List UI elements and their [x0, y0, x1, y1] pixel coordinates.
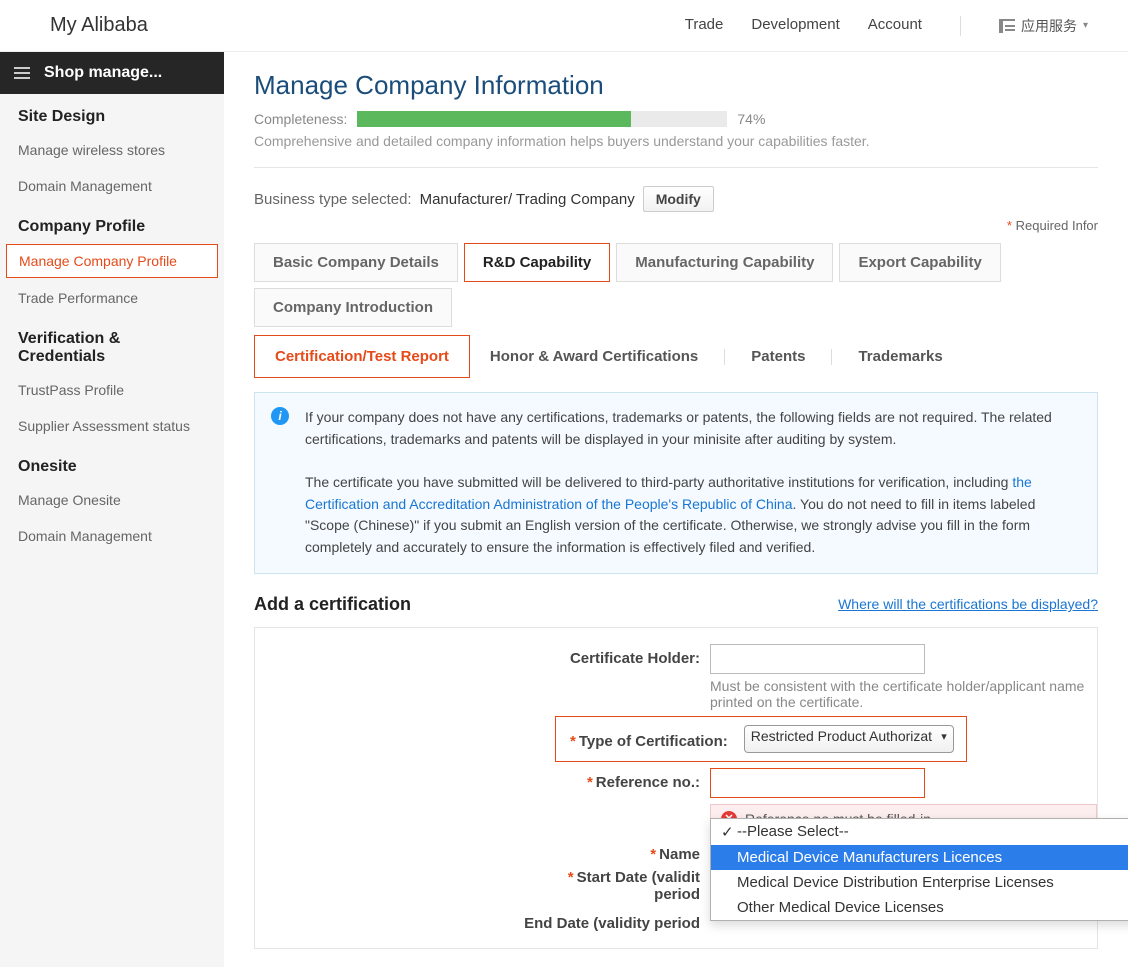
- sidebar-header[interactable]: Shop manage...: [0, 52, 224, 94]
- start-label: Start Date (validit: [577, 869, 700, 886]
- modify-button[interactable]: Modify: [643, 186, 714, 212]
- tab-company-intro[interactable]: Company Introduction: [254, 288, 452, 327]
- certification-form: Certificate Holder: Must be consistent w…: [254, 627, 1098, 949]
- separator: [724, 349, 725, 365]
- dropdown-item-distribution-licenses[interactable]: Medical Device Distribution Enterprise L…: [711, 870, 1128, 895]
- section-header: Add a certification Where will the certi…: [254, 594, 1098, 615]
- main-content: Manage Company Information Completeness:…: [224, 52, 1128, 967]
- completeness-label: Completeness:: [254, 111, 347, 127]
- sidebar-item-domain-mgmt-2[interactable]: Domain Management: [0, 518, 224, 554]
- chevron-down-icon: ▾: [1083, 20, 1088, 31]
- tabs: Basic Company Details R&D Capability Man…: [254, 243, 1098, 327]
- required-note: * Required Infor: [254, 218, 1098, 233]
- tab-basic-details[interactable]: Basic Company Details: [254, 243, 458, 282]
- subtab-patents[interactable]: Patents: [731, 336, 825, 377]
- app-services-dropdown[interactable]: 应用服务 ▾: [999, 16, 1088, 36]
- app-services-label: 应用服务: [1021, 16, 1077, 36]
- subtab-certification[interactable]: Certification/Test Report: [254, 335, 470, 378]
- section-help-link[interactable]: Where will the certifications be display…: [838, 596, 1098, 612]
- business-type-row: Business type selected: Manufacturer/ Tr…: [254, 186, 1098, 212]
- page-subtext: Comprehensive and detailed company infor…: [254, 133, 1098, 149]
- cert-holder-input[interactable]: [710, 644, 925, 674]
- cert-holder-label: Certificate Holder:: [255, 644, 710, 667]
- sidebar-item-domain-mgmt[interactable]: Domain Management: [0, 168, 224, 204]
- check-icon: ✓: [721, 823, 737, 841]
- info-box: i If your company does not have any cert…: [254, 392, 1098, 574]
- separator: [831, 349, 832, 365]
- sidebar-section-company-profile: Company Profile: [0, 204, 224, 242]
- name-dropdown[interactable]: ✓--Please Select-- Medical Device Manufa…: [710, 818, 1128, 921]
- completeness-row: Completeness: 74%: [254, 111, 1098, 127]
- subtabs: Certification/Test Report Honor & Award …: [254, 335, 1098, 378]
- type-certification-select[interactable]: Restricted Product Authorizat: [744, 725, 954, 753]
- info-paragraph-1: If your company does not have any certif…: [305, 407, 1079, 450]
- tab-export[interactable]: Export Capability: [839, 243, 1000, 282]
- progress-bar: [357, 111, 727, 127]
- header-nav: Trade Development Account 应用服务 ▾: [685, 16, 1088, 36]
- info-paragraph-2: The certificate you have submitted will …: [305, 472, 1079, 559]
- sidebar-section-site-design: Site Design: [0, 94, 224, 132]
- type-certification-highlight: *Type of Certification: Restricted Produ…: [555, 716, 967, 762]
- sidebar-item-manage-company-profile[interactable]: Manage Company Profile: [6, 244, 218, 278]
- section-title: Add a certification: [254, 594, 411, 615]
- row-cert-holder: Certificate Holder: Must be consistent w…: [255, 644, 1097, 710]
- sidebar-head-label: Shop manage...: [44, 64, 162, 82]
- dropdown-item-other-licenses[interactable]: Other Medical Device Licenses: [711, 895, 1128, 920]
- dropdown-item-please-select[interactable]: ✓--Please Select--: [711, 819, 1128, 845]
- ref-label: Reference no.:: [596, 774, 700, 791]
- nav-trade[interactable]: Trade: [685, 16, 724, 36]
- reference-no-input[interactable]: [710, 768, 925, 798]
- progress-fill: [357, 111, 631, 127]
- divider: [254, 167, 1098, 168]
- info-icon: i: [271, 407, 289, 425]
- menu-icon: [14, 67, 30, 79]
- page-title: Manage Company Information: [254, 70, 1098, 101]
- app-title: My Alibaba: [50, 14, 148, 37]
- sidebar-item-supplier-assessment[interactable]: Supplier Assessment status: [0, 408, 224, 444]
- sidebar-section-onesite: Onesite: [0, 444, 224, 482]
- completeness-pct: 74%: [737, 111, 765, 127]
- subtab-trademarks[interactable]: Trademarks: [838, 336, 962, 377]
- tab-manufacturing[interactable]: Manufacturing Capability: [616, 243, 833, 282]
- divider: [960, 16, 961, 36]
- end-label: End Date (validity period: [255, 909, 710, 932]
- row-type-certification: *Type of Certification: Restricted Produ…: [255, 716, 1097, 762]
- sidebar-item-wireless-stores[interactable]: Manage wireless stores: [0, 132, 224, 168]
- biz-value: Manufacturer/ Trading Company: [420, 191, 635, 208]
- cert-holder-help: Must be consistent with the certificate …: [710, 678, 1097, 710]
- nav-development[interactable]: Development: [751, 16, 839, 36]
- sidebar-section-verification: Verification & Credentials: [0, 316, 224, 372]
- sidebar: Shop manage... Site Design Manage wirele…: [0, 52, 224, 967]
- nav-account[interactable]: Account: [868, 16, 922, 36]
- sidebar-item-trade-performance[interactable]: Trade Performance: [0, 280, 224, 316]
- sidebar-item-trustpass[interactable]: TrustPass Profile: [0, 372, 224, 408]
- list-icon: [999, 19, 1015, 33]
- subtab-honor-award[interactable]: Honor & Award Certifications: [470, 336, 718, 377]
- sidebar-item-manage-onesite[interactable]: Manage Onesite: [0, 482, 224, 518]
- header: My Alibaba Trade Development Account 应用服…: [0, 0, 1128, 52]
- tab-rd-capability[interactable]: R&D Capability: [464, 243, 610, 282]
- dropdown-item-manufacturers-licences[interactable]: Medical Device Manufacturers Licences: [711, 845, 1128, 870]
- name-label: Name: [659, 846, 700, 863]
- biz-label: Business type selected:: [254, 191, 412, 208]
